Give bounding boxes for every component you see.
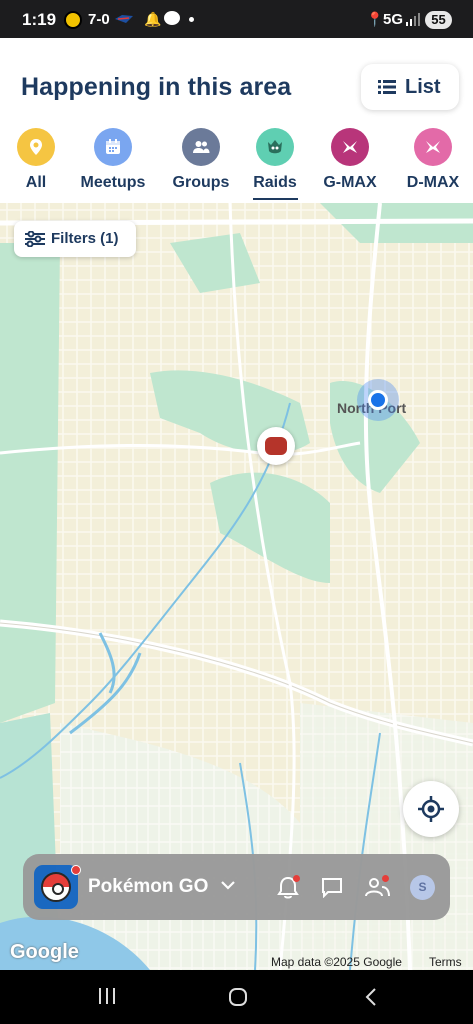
- status-time: 1:19: [22, 10, 57, 29]
- battery-indicator: 55: [425, 11, 452, 29]
- patriots-icon: [115, 15, 133, 23]
- recent-apps-icon[interactable]: [97, 987, 117, 1005]
- selected-tab-indicator: [252, 198, 298, 200]
- notification-bell-icon: 🔔: [144, 11, 162, 27]
- chevron-down-icon[interactable]: [221, 880, 235, 890]
- gmax-icon: [331, 128, 369, 166]
- list-icon: [378, 80, 396, 94]
- map-view[interactable]: Filters (1) North Port Pokémon GO S Goog…: [0, 203, 473, 970]
- crosshair-icon: [418, 796, 444, 822]
- page-title: Happening in this area: [21, 73, 292, 101]
- category-tabs: All Meetups Groups Raids G-MAX D-MAX: [0, 128, 473, 203]
- system-navigation-bar: [0, 970, 473, 1024]
- more-notifications-dot-icon: [189, 17, 194, 22]
- recenter-location-button[interactable]: [403, 781, 459, 837]
- steelers-icon: [64, 11, 82, 29]
- terms-link[interactable]: Terms: [429, 955, 462, 969]
- signal-icon: [406, 13, 420, 26]
- pokemon-go-app-bar[interactable]: Pokémon GO S: [23, 854, 450, 920]
- location-icon: 📍: [366, 11, 384, 27]
- avatar[interactable]: S: [410, 875, 435, 900]
- tab-label: Meetups: [80, 174, 146, 191]
- current-location-marker: [357, 379, 399, 421]
- filters-button[interactable]: Filters (1): [14, 221, 136, 257]
- tab-label: Raids: [253, 174, 297, 191]
- score-text: 7-0: [88, 11, 110, 28]
- tab-groups[interactable]: Groups: [170, 128, 232, 192]
- list-view-button[interactable]: List: [361, 64, 459, 110]
- list-button-label: List: [405, 76, 441, 98]
- bell-notification-dot: [293, 875, 300, 882]
- tab-all[interactable]: All: [13, 128, 59, 192]
- tab-label: Groups: [172, 174, 230, 191]
- tab-meetups[interactable]: Meetups: [77, 128, 149, 192]
- header: Happening in this area List All Meetups …: [0, 38, 473, 203]
- friends-notification-dot: [382, 875, 389, 882]
- tab-g-max[interactable]: G-MAX: [318, 128, 382, 192]
- calendar-icon: [94, 128, 132, 166]
- network-type: 5G: [383, 11, 404, 28]
- pin-icon: [17, 128, 55, 166]
- dmax-icon: [414, 128, 452, 166]
- reddit-icon: [164, 11, 180, 25]
- filters-label: Filters (1): [51, 230, 119, 247]
- tab-label: D-MAX: [406, 174, 460, 191]
- app-notification-dot: [71, 865, 81, 875]
- tab-d-max[interactable]: D-MAX: [401, 128, 465, 192]
- tab-label: G-MAX: [323, 174, 377, 191]
- tab-raids[interactable]: Raids: [251, 128, 299, 200]
- raid-icon: [256, 128, 294, 166]
- map-attribution: Map data ©2025 Google: [271, 955, 402, 969]
- google-logo: Google: [10, 941, 79, 963]
- status-bar: 1:19 7-0 🔔 📍 5G 55: [0, 0, 473, 38]
- raid-boss-icon: [265, 437, 287, 455]
- back-icon[interactable]: [363, 987, 379, 1007]
- chat-icon[interactable]: [321, 876, 343, 898]
- tab-label: All: [25, 174, 47, 191]
- home-icon[interactable]: [228, 987, 248, 1007]
- raid-pin-marker[interactable]: [257, 427, 295, 465]
- filters-icon: [25, 231, 45, 247]
- people-icon: [182, 128, 220, 166]
- app-name-label[interactable]: Pokémon GO: [88, 876, 208, 898]
